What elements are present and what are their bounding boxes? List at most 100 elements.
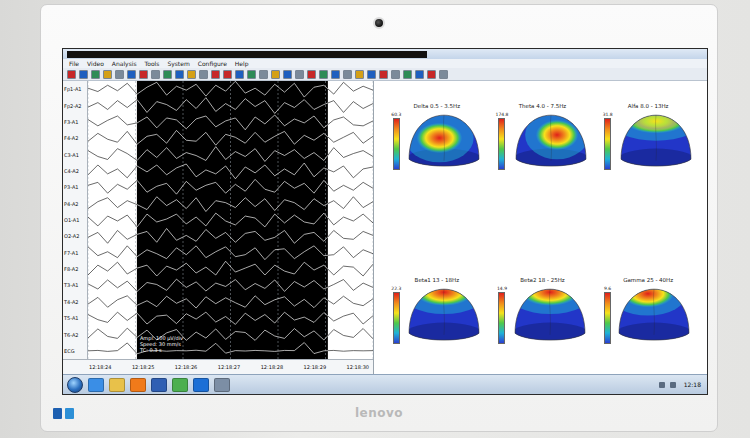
toolbar-button-icon[interactable] <box>223 70 232 79</box>
channel-trace <box>88 279 373 291</box>
channel-label[interactable]: O1-A1 <box>63 212 87 228</box>
color-scale: 31.8 <box>603 112 613 170</box>
eeg-panel: Fp1-A1Fp2-A2F3-A1F4-A2C3-A1C4-A2P3-A1P4-… <box>63 81 374 374</box>
channel-label[interactable]: F3-A1 <box>63 114 87 130</box>
channel-label[interactable]: F7-A1 <box>63 245 87 261</box>
channel-label[interactable]: C4-A2 <box>63 163 87 179</box>
taskbar-app-icon[interactable] <box>88 378 104 392</box>
toolbar-button-icon[interactable] <box>79 70 88 79</box>
topomap[interactable]: Beta2 18 - 25Hz 14.9 <box>490 277 596 344</box>
toolbar-button-icon[interactable] <box>139 70 148 79</box>
stickers <box>53 408 355 419</box>
channel-label[interactable]: ECG <box>63 343 87 359</box>
channel-label[interactable]: T5-A1 <box>63 310 87 326</box>
eeg-waveform-chart[interactable] <box>88 81 373 359</box>
taskbar-app-icon[interactable] <box>193 378 209 392</box>
toolbar-button-icon[interactable] <box>91 70 100 79</box>
toolbar-button-icon[interactable] <box>127 70 136 79</box>
channel-label[interactable]: T3-A1 <box>63 277 87 293</box>
taskbar-clock[interactable]: 12:18 <box>681 381 701 388</box>
taskbar-app-icon[interactable] <box>109 378 125 392</box>
channel-label[interactable]: F8-A2 <box>63 261 87 277</box>
channel-label[interactable]: P4-A2 <box>63 196 87 212</box>
channel-label[interactable]: P3-A1 <box>63 179 87 195</box>
topomaps-panel: Delta 0.5 - 3.5Hz60.3Theta 4.0 - 7.5Hz17… <box>374 81 707 374</box>
taskbar-app-icon[interactable] <box>214 378 230 392</box>
tray-icon[interactable] <box>670 382 676 388</box>
toolbar-button-icon[interactable] <box>283 70 292 79</box>
menu-item[interactable]: File <box>69 59 79 68</box>
channel-label[interactable]: O2-A2 <box>63 228 87 244</box>
color-scale: 14.9 <box>497 286 507 344</box>
taskbar-app-icon[interactable] <box>172 378 188 392</box>
toolbar-button-icon[interactable] <box>307 70 316 79</box>
screen: File Video Analysis Tools System Configure Hel… <box>62 48 708 395</box>
topomap[interactable]: Theta 4.0 - 7.5Hz174.8 <box>490 103 596 170</box>
menu-bar: File Video Analysis Tools System Configure Hel… <box>63 59 707 68</box>
scale-bar <box>393 118 400 170</box>
menu-item[interactable]: Analysis <box>112 59 137 68</box>
toolbar-button-icon[interactable] <box>211 70 220 79</box>
time-axis: 12:18:2412:18:2512:18:2612:18:2712:18:28… <box>63 359 373 374</box>
toolbar-button-icon[interactable] <box>391 70 400 79</box>
toolbar-button-icon[interactable] <box>319 70 328 79</box>
topomap[interactable]: Beta1 13 - 18Hz22.3 <box>384 277 490 344</box>
scale-max: 22.3 <box>391 286 401 291</box>
channel-label[interactable]: T6-A2 <box>63 326 87 342</box>
channel-trace <box>88 130 373 145</box>
toolbar-button-icon[interactable] <box>355 70 364 79</box>
toolbar-button-icon[interactable] <box>115 70 124 79</box>
channel-label[interactable]: Fp2-A2 <box>63 97 87 113</box>
toolbar-button-icon[interactable] <box>175 70 184 79</box>
topomap[interactable]: Alfa 8.0 - 13Hz31.8 <box>595 103 701 170</box>
start-button-icon[interactable] <box>67 377 83 393</box>
webcam-icon <box>373 17 385 29</box>
toolbar-button-icon[interactable] <box>439 70 448 79</box>
scale-bar <box>498 118 505 170</box>
toolbar-button-icon[interactable] <box>295 70 304 79</box>
toolbar-button-icon[interactable] <box>151 70 160 79</box>
toolbar-button-icon[interactable] <box>259 70 268 79</box>
toolbar-button-icon[interactable] <box>271 70 280 79</box>
toolbar-button-icon[interactable] <box>415 70 424 79</box>
toolbar-button-icon[interactable] <box>367 70 376 79</box>
selection-region[interactable] <box>137 81 328 359</box>
toolbar-button-icon[interactable] <box>67 70 76 79</box>
menu-item[interactable]: Tools <box>145 59 160 68</box>
bezel-top <box>41 5 717 48</box>
menu-item[interactable]: Configure <box>198 59 227 68</box>
channel-label[interactable]: F4-A2 <box>63 130 87 146</box>
taskbar-app-icon[interactable] <box>151 378 167 392</box>
overlay-line: Speed: 30 mm/s <box>140 341 183 347</box>
topomap[interactable]: Gamma 25 - 40Hz9.6 <box>595 277 701 344</box>
toolbar-button-icon[interactable] <box>199 70 208 79</box>
toolbar-button-icon[interactable] <box>247 70 256 79</box>
toolbar-button-icon[interactable] <box>331 70 340 79</box>
topomap-row: 31.8 <box>603 112 694 170</box>
toolbar-button-icon[interactable] <box>403 70 412 79</box>
toolbar-button-icon[interactable] <box>343 70 352 79</box>
menu-item[interactable]: Help <box>235 59 249 68</box>
topomap-row: 9.6 <box>604 286 692 344</box>
channel-trace <box>88 115 373 130</box>
time-grid-line <box>278 81 279 359</box>
taskbar-app-icon[interactable] <box>130 378 146 392</box>
tray-icon[interactable] <box>659 382 665 388</box>
toolbar-button-icon[interactable] <box>427 70 436 79</box>
intel-sticker-icon <box>53 408 62 419</box>
toolbar-button-icon[interactable] <box>379 70 388 79</box>
toolbar-button-icon[interactable] <box>187 70 196 79</box>
channel-label[interactable]: C3-A1 <box>63 146 87 162</box>
monitor: File Video Analysis Tools System Configure Hel… <box>40 4 718 432</box>
menu-item[interactable]: System <box>167 59 189 68</box>
toolbar-button-icon[interactable] <box>103 70 112 79</box>
channel-label[interactable]: Fp1-A1 <box>63 81 87 97</box>
toolbar-button-icon[interactable] <box>163 70 172 79</box>
toolbar-button-icon[interactable] <box>235 70 244 79</box>
menu-item[interactable]: Video <box>87 59 104 68</box>
time-tick: 12:18:27 <box>218 364 240 370</box>
topomap-title: Beta2 18 - 25Hz <box>520 277 564 283</box>
topomap[interactable]: Delta 0.5 - 3.5Hz60.3 <box>384 103 490 170</box>
time-grid-line <box>135 81 136 359</box>
channel-label[interactable]: T4-A2 <box>63 294 87 310</box>
